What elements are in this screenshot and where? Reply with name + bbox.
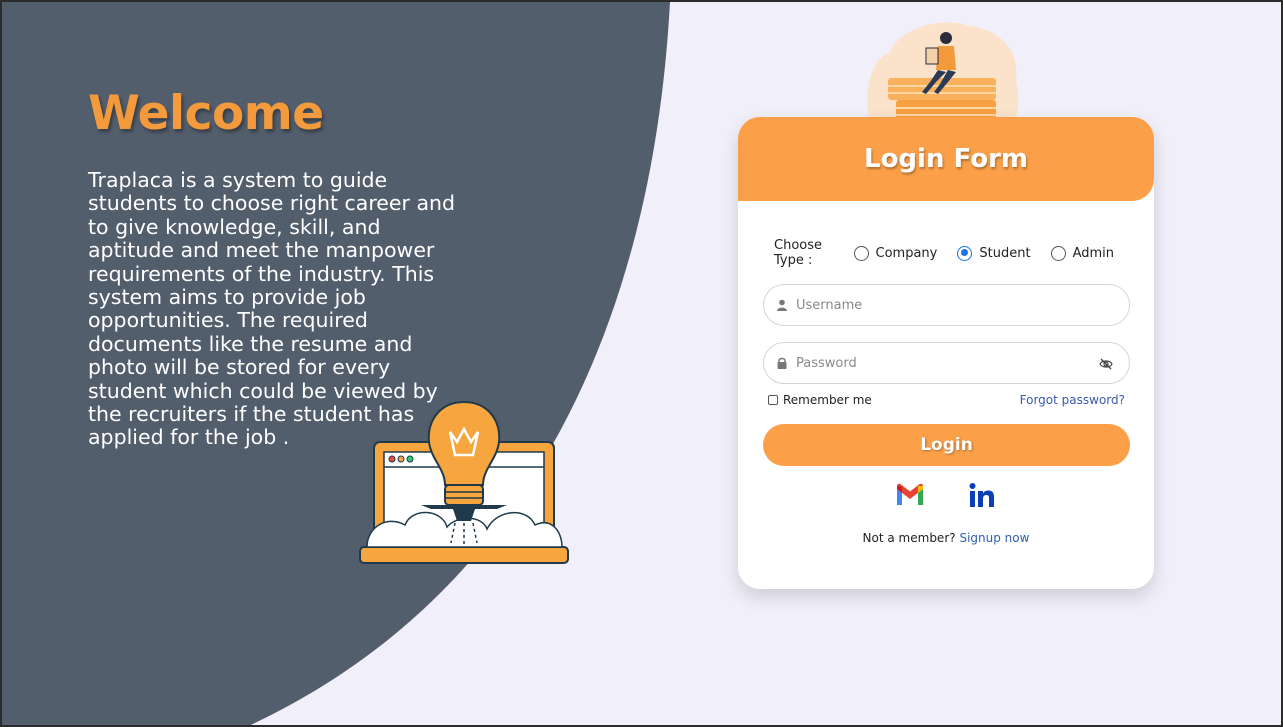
eye-slash-icon[interactable]	[1099, 358, 1113, 370]
username-input[interactable]	[796, 297, 1066, 313]
lightbulb-laptop-illustration	[359, 400, 569, 564]
password-field[interactable]	[763, 342, 1130, 384]
forgot-password-link[interactable]: Forgot password?	[1020, 393, 1125, 407]
student-radio[interactable]	[957, 245, 973, 261]
username-field[interactable]	[763, 284, 1130, 326]
admin-radio[interactable]	[1050, 245, 1066, 261]
linkedin-icon[interactable]	[966, 481, 998, 509]
student-radio-label: Student	[979, 245, 1031, 261]
lock-icon	[777, 357, 787, 369]
signup-row: Not a member? Signup now	[738, 531, 1154, 545]
company-radio[interactable]	[853, 245, 869, 261]
remember-label: Remember me	[783, 393, 872, 407]
not-member-text: Not a member?	[862, 531, 956, 545]
admin-radio-label: Admin	[1072, 245, 1114, 261]
choose-type-label: Choose Type :	[774, 238, 822, 268]
password-input[interactable]	[796, 355, 1066, 371]
type-option-company[interactable]: Company	[853, 245, 938, 261]
remember-row: Remember me Forgot password?	[768, 393, 1125, 407]
social-login-row	[738, 481, 1154, 509]
type-option-student[interactable]: Student	[957, 245, 1031, 261]
login-button[interactable]: Login	[763, 424, 1130, 466]
gmail-icon[interactable]	[894, 481, 926, 509]
remember-me[interactable]: Remember me	[768, 393, 872, 407]
page-frame: Welcome Traplaca is a system to guide st…	[0, 0, 1283, 727]
choose-type-row: Choose Type : Company Student Admin	[774, 238, 1134, 268]
user-icon	[777, 299, 787, 311]
login-card-header: Login Form	[738, 117, 1154, 201]
remember-checkbox[interactable]	[768, 395, 778, 405]
welcome-heading: Welcome	[88, 86, 324, 141]
signup-link[interactable]: Signup now	[959, 531, 1029, 545]
type-option-admin[interactable]: Admin	[1050, 245, 1114, 261]
login-card: Login Form Choose Type : Company Student…	[738, 117, 1154, 589]
login-form-title: Login Form	[864, 144, 1028, 174]
company-radio-label: Company	[875, 245, 938, 261]
